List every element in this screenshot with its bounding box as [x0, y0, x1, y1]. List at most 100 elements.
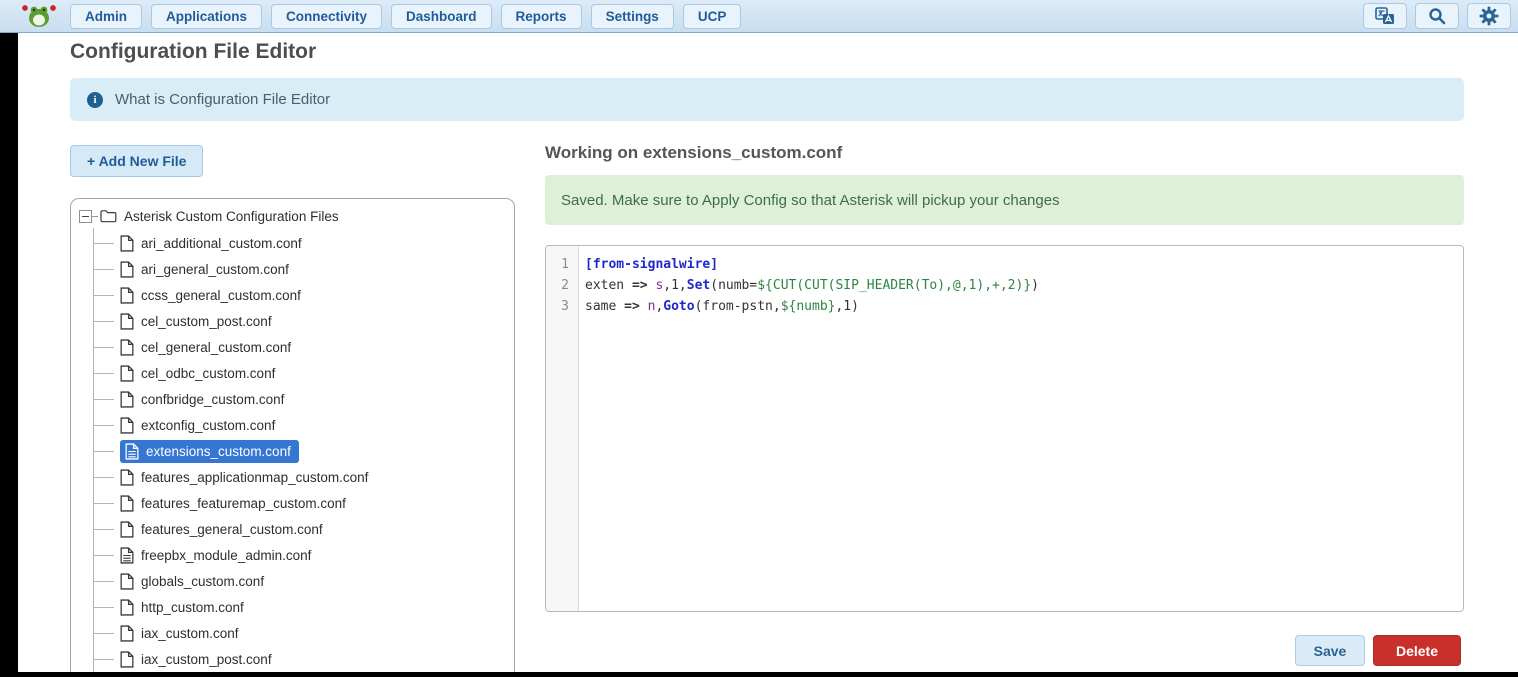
- tree-connector: [93, 659, 114, 660]
- tree-item[interactable]: ari_additional_custom.conf: [79, 230, 506, 256]
- menu-item-admin[interactable]: Admin: [70, 4, 142, 29]
- navbar-tools: [1363, 3, 1511, 29]
- file-name: iax_custom.conf: [141, 626, 239, 641]
- tree-root-node[interactable]: Asterisk Custom Configuration Files: [79, 206, 506, 226]
- language-button[interactable]: [1363, 3, 1407, 29]
- file-icon: [120, 625, 134, 642]
- search-icon: [1428, 7, 1446, 25]
- file-icon: [120, 469, 134, 486]
- plus-icon: +: [87, 153, 95, 169]
- menu-item-dashboard[interactable]: Dashboard: [391, 4, 492, 29]
- add-new-file-label: Add New File: [99, 153, 187, 169]
- tree-connector: [93, 581, 114, 582]
- tree-root-label: Asterisk Custom Configuration Files: [124, 209, 339, 224]
- tree-item[interactable]: freepbx_module_admin.conf: [79, 542, 506, 568]
- file-icon: [120, 521, 134, 538]
- tree-connector: [93, 633, 114, 634]
- page-title: Configuration File Editor: [70, 40, 316, 64]
- menu-item-reports[interactable]: Reports: [501, 4, 582, 29]
- file-icon: [120, 235, 134, 252]
- tree-connector: [93, 399, 114, 400]
- file-tree-panel: Asterisk Custom Configuration Files ari_…: [70, 198, 515, 677]
- file-icon: [120, 495, 134, 512]
- freepbx-logo-icon: [21, 2, 57, 30]
- file-icon: [120, 573, 134, 590]
- code-line: [from-signalwire]: [585, 254, 1463, 275]
- save-button[interactable]: Save: [1295, 635, 1365, 666]
- file-name: iax_custom_post.conf: [141, 652, 272, 667]
- tree-connector: [93, 347, 114, 348]
- menu-item-connectivity[interactable]: Connectivity: [271, 4, 382, 29]
- code-line: same => n,Goto(from-pstn,${numb},1): [585, 296, 1463, 317]
- tree-connector: [93, 373, 114, 374]
- file-name: ari_general_custom.conf: [141, 262, 289, 277]
- tree-connector: [93, 269, 114, 270]
- tree-item[interactable]: features_general_custom.conf: [79, 516, 506, 542]
- selection-highlight: extensions_custom.conf: [120, 440, 299, 463]
- tree-item[interactable]: ari_general_custom.conf: [79, 256, 506, 282]
- folder-icon: [100, 209, 117, 223]
- tree-connector: [93, 477, 114, 478]
- tree-connector: [93, 425, 114, 426]
- freepbx-logo[interactable]: [20, 1, 58, 31]
- line-number: 2: [546, 275, 578, 296]
- freepbx-config-file-editor-screen: Admin Applications Connectivity Dashboard Re…: [0, 0, 1518, 677]
- search-button[interactable]: [1415, 3, 1459, 29]
- tree-item[interactable]: globals_custom.conf: [79, 568, 506, 594]
- tree-connector: [93, 295, 114, 296]
- tree-item[interactable]: confbridge_custom.conf: [79, 386, 506, 412]
- gear-icon: [1479, 6, 1499, 26]
- language-icon: [1375, 7, 1395, 25]
- working-on-heading: Working on extensions_custom.conf: [545, 143, 842, 163]
- file-icon: [120, 391, 134, 408]
- tree-item[interactable]: cel_general_custom.conf: [79, 334, 506, 360]
- file-name: confbridge_custom.conf: [141, 392, 284, 407]
- delete-button[interactable]: Delete: [1373, 635, 1461, 666]
- file-icon: [120, 417, 134, 434]
- file-name: ari_additional_custom.conf: [141, 236, 302, 251]
- tree-item[interactable]: extconfig_custom.conf: [79, 412, 506, 438]
- collapse-toggle-icon[interactable]: [79, 210, 92, 223]
- letterbox-left: [0, 33, 18, 677]
- tree-item[interactable]: features_featuremap_custom.conf: [79, 490, 506, 516]
- tree-item-selected[interactable]: extensions_custom.conf: [79, 438, 506, 464]
- tree-item[interactable]: iax_custom_post.conf: [79, 646, 506, 672]
- file-icon: [120, 261, 134, 278]
- menu-item-ucp[interactable]: UCP: [683, 4, 742, 29]
- tree-item[interactable]: ccss_general_custom.conf: [79, 282, 506, 308]
- tree-item[interactable]: http_custom.conf: [79, 594, 506, 620]
- info-banner[interactable]: i What is Configuration File Editor: [70, 78, 1464, 121]
- menu-item-applications[interactable]: Applications: [151, 4, 262, 29]
- file-name: extconfig_custom.conf: [141, 418, 275, 433]
- line-number-gutter: 123: [546, 246, 579, 611]
- add-new-file-button[interactable]: + Add New File: [70, 145, 203, 177]
- save-success-alert: Saved. Make sure to Apply Config so that…: [545, 175, 1464, 225]
- file-name: freepbx_module_admin.conf: [141, 548, 311, 563]
- file-name: ccss_general_custom.conf: [141, 288, 301, 303]
- tree-connector: [93, 451, 114, 452]
- code-area[interactable]: [from-signalwire]exten => s,1,Set(numb=$…: [579, 246, 1463, 611]
- line-number: 1: [546, 254, 578, 275]
- code-line: exten => s,1,Set(numb=${CUT(CUT(SIP_HEAD…: [585, 275, 1463, 296]
- tree-connector: [92, 216, 98, 217]
- settings-gear-button[interactable]: [1467, 3, 1511, 29]
- file-name: features_applicationmap_custom.conf: [141, 470, 368, 485]
- tree-connector: [93, 503, 114, 504]
- tree-connector: [93, 243, 114, 244]
- file-icon: [120, 599, 134, 616]
- tree-item[interactable]: features_applicationmap_custom.conf: [79, 464, 506, 490]
- file-icon: [120, 365, 134, 382]
- file-name: features_featuremap_custom.conf: [141, 496, 346, 511]
- main-menu: Admin Applications Connectivity Dashboard Re…: [70, 4, 741, 29]
- tree-item[interactable]: cel_odbc_custom.conf: [79, 360, 506, 386]
- file-name: cel_general_custom.conf: [141, 340, 291, 355]
- code-editor: 123 [from-signalwire]exten => s,1,Set(nu…: [545, 245, 1464, 612]
- file-icon: [125, 443, 139, 460]
- info-banner-text: What is Configuration File Editor: [115, 91, 330, 108]
- letterbox-bottom: [0, 672, 1518, 677]
- tree-item[interactable]: iax_custom.conf: [79, 620, 506, 646]
- tree-vertical-line: [93, 228, 94, 677]
- file-icon: [120, 313, 134, 330]
- tree-item[interactable]: cel_custom_post.conf: [79, 308, 506, 334]
- menu-item-settings[interactable]: Settings: [591, 4, 674, 29]
